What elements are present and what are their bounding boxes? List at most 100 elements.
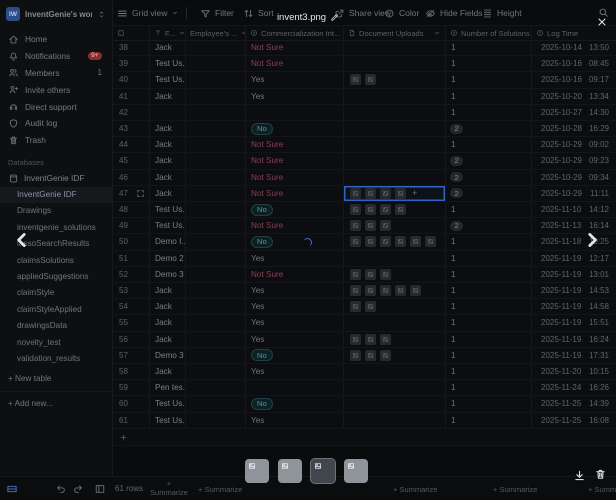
- solutions-cell[interactable]: 1: [446, 56, 532, 71]
- add-attachment-button[interactable]: +: [412, 188, 417, 198]
- attachment-thumbnail[interactable]: [350, 285, 361, 296]
- attachments-cell[interactable]: [344, 40, 446, 55]
- row-number-cell[interactable]: 55: [112, 315, 150, 330]
- summarize-button[interactable]: + Summarize: [198, 485, 242, 494]
- interest-cell[interactable]: Not Sure: [246, 153, 344, 168]
- attachment-thumbnail[interactable]: [380, 188, 391, 199]
- new-table-button[interactable]: + New table: [8, 374, 51, 383]
- attachment-thumbnail[interactable]: [350, 220, 361, 231]
- employee-cell[interactable]: [186, 72, 246, 87]
- solutions-cell[interactable]: 1: [446, 396, 532, 411]
- solutions-cell[interactable]: 2: [446, 186, 532, 201]
- name-cell[interactable]: Demo 3: [150, 348, 186, 363]
- column-header-employee[interactable]: Employee's ...: [186, 26, 246, 40]
- employee-cell[interactable]: [186, 56, 246, 71]
- attachment-thumbnail[interactable]: [380, 350, 391, 361]
- logtime-cell[interactable]: 2025-11-1914:58: [532, 299, 616, 314]
- name-cell[interactable]: Jack: [150, 283, 186, 298]
- logtime-cell[interactable]: 2025-11-1316:14: [532, 218, 616, 233]
- attachment-thumbnail[interactable]: [350, 301, 361, 312]
- attachment-thumbnail[interactable]: [350, 204, 361, 215]
- attachment-thumbnail[interactable]: [350, 334, 361, 345]
- delete-icon[interactable]: [594, 468, 607, 481]
- toolbar-filter-button[interactable]: Filter: [200, 0, 234, 26]
- row-number-cell[interactable]: 47: [112, 186, 150, 201]
- solutions-cell[interactable]: 1: [446, 364, 532, 379]
- interest-cell[interactable]: Yes: [246, 413, 344, 428]
- attachments-cell[interactable]: [344, 332, 446, 347]
- attachments-cell[interactable]: [344, 218, 446, 233]
- logtime-cell[interactable]: 2025-10-2013:34: [532, 89, 616, 104]
- attachments-cell[interactable]: [344, 121, 446, 136]
- attachments-cell[interactable]: [344, 396, 446, 411]
- attachment-thumbnail[interactable]: [365, 301, 376, 312]
- interest-cell[interactable]: No: [246, 234, 344, 249]
- name-cell[interactable]: Jack: [150, 186, 186, 201]
- name-cell[interactable]: Test Us...: [150, 202, 186, 217]
- sidebar-item-home[interactable]: Home: [0, 31, 112, 48]
- toolbar-grid-view[interactable]: Grid view: [117, 0, 179, 26]
- attachment-thumbnail[interactable]: [350, 269, 361, 280]
- panel-toggle-icon[interactable]: [94, 483, 106, 495]
- interest-cell[interactable]: Not Sure: [246, 40, 344, 55]
- solutions-cell[interactable]: 2: [446, 121, 532, 136]
- attachment-thumbnail[interactable]: [365, 204, 376, 215]
- solutions-cell[interactable]: 1: [446, 40, 532, 55]
- employee-cell[interactable]: [186, 267, 246, 282]
- add-row-button[interactable]: [112, 429, 616, 446]
- row-number-cell[interactable]: 53: [112, 283, 150, 298]
- add-new-button[interactable]: + Add new...: [8, 399, 53, 408]
- interest-cell[interactable]: Not Sure: [246, 267, 344, 282]
- header-checkbox-cell[interactable]: [112, 26, 150, 40]
- attachment-thumbnail[interactable]: [395, 188, 406, 199]
- attachments-cell[interactable]: [344, 72, 446, 87]
- sidebar-table-claimstyleapplied[interactable]: claimStyleApplied: [0, 302, 112, 318]
- logtime-cell[interactable]: 2025-11-2416:26: [532, 380, 616, 395]
- attachments-cell[interactable]: [344, 153, 446, 168]
- name-cell[interactable]: Demo 3: [150, 267, 186, 282]
- row-number-cell[interactable]: 41: [112, 89, 150, 104]
- interest-cell[interactable]: Not Sure: [246, 186, 344, 201]
- solutions-cell[interactable]: 1: [446, 251, 532, 266]
- name-cell[interactable]: Test Us...: [150, 72, 186, 87]
- logtime-cell[interactable]: 2025-11-1917:31: [532, 348, 616, 363]
- logtime-cell[interactable]: 2025-11-1912:17: [532, 251, 616, 266]
- sidebar-item-trash[interactable]: Trash: [0, 132, 112, 149]
- employee-cell[interactable]: [186, 89, 246, 104]
- attachment-thumbnail[interactable]: [365, 188, 376, 199]
- name-cell[interactable]: Demo 2: [150, 251, 186, 266]
- employee-cell[interactable]: [186, 283, 246, 298]
- row-number-cell[interactable]: 40: [112, 72, 150, 87]
- sidebar-table-claimstyle[interactable]: claimStyle: [0, 285, 112, 301]
- interest-cell[interactable]: No: [246, 121, 344, 136]
- name-cell[interactable]: Jack: [150, 153, 186, 168]
- attachments-cell[interactable]: [344, 413, 446, 428]
- employee-cell[interactable]: [186, 413, 246, 428]
- attachments-cell[interactable]: [344, 348, 446, 363]
- employee-cell[interactable]: [186, 396, 246, 411]
- attachment-thumbnail[interactable]: [350, 350, 361, 361]
- logtime-cell[interactable]: 2025-10-2911:11: [532, 186, 616, 201]
- row-number-cell[interactable]: 58: [112, 364, 150, 379]
- summarize-button[interactable]: + Summarize: [393, 485, 437, 494]
- row-number-cell[interactable]: 43: [112, 121, 150, 136]
- attachment-thumbnail[interactable]: [350, 236, 361, 247]
- solutions-cell[interactable]: 1: [446, 89, 532, 104]
- logtime-cell[interactable]: 2025-11-1014:12: [532, 202, 616, 217]
- logtime-cell[interactable]: 2025-11-1915:51: [532, 315, 616, 330]
- attachments-cell[interactable]: [344, 299, 446, 314]
- summarize-button[interactable]: + Summarize: [150, 479, 188, 498]
- logtime-cell[interactable]: 2025-10-2714:30: [532, 105, 616, 120]
- attachments-cell[interactable]: [344, 283, 446, 298]
- name-cell[interactable]: [150, 105, 186, 120]
- attachment-thumbnail[interactable]: [410, 236, 421, 247]
- logtime-cell[interactable]: 2025-10-2816:29: [532, 121, 616, 136]
- attachments-cell[interactable]: [344, 170, 446, 185]
- logtime-cell[interactable]: 2025-11-2010:15: [532, 364, 616, 379]
- attachment-thumbnail[interactable]: [350, 74, 361, 85]
- sidebar-item-invite-others[interactable]: Invite others: [0, 81, 112, 98]
- workspace-switcher[interactable]: IW InventGenie's worksp...: [0, 0, 112, 28]
- toolbar-share-view-button[interactable]: Share view: [334, 0, 391, 26]
- employee-cell[interactable]: [186, 153, 246, 168]
- employee-cell[interactable]: [186, 218, 246, 233]
